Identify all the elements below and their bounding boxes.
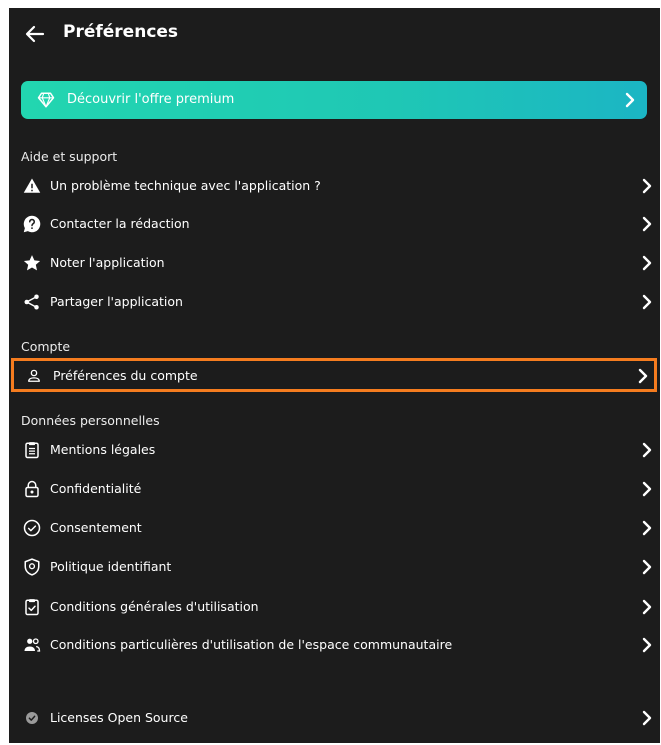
row-open-source-licenses[interactable]: Licenses Open Source <box>9 700 660 736</box>
row-label: Mentions légales <box>50 442 156 457</box>
checkbox-clipboard-icon <box>23 598 41 616</box>
question-icon <box>23 215 41 233</box>
group-icon <box>23 636 41 654</box>
row-share-app[interactable]: Partager l'application <box>9 284 660 320</box>
row-label: Un problème technique avec l'application… <box>50 178 321 193</box>
row-label: Conditions particulières d'utilisation d… <box>50 637 453 652</box>
row-contact-editorial[interactable]: Contacter la rédaction <box>9 206 660 242</box>
row-technical-problem[interactable]: Un problème technique avec l'application… <box>9 168 660 204</box>
check-circle-icon <box>23 519 41 537</box>
row-consent[interactable]: Consentement <box>9 510 660 546</box>
row-label: Noter l'application <box>50 255 165 270</box>
diamond-icon <box>37 91 55 109</box>
row-label: Consentement <box>50 520 142 535</box>
top-bar: Préférences <box>9 8 660 60</box>
row-label: Partager l'application <box>50 294 183 309</box>
back-arrow-icon[interactable] <box>23 22 47 46</box>
chevron-right-icon <box>623 92 637 108</box>
section-title-donnees: Données personnelles <box>21 413 160 428</box>
shield-icon <box>23 558 41 576</box>
row-rate-app[interactable]: Noter l'application <box>9 245 660 281</box>
chevron-right-icon <box>641 294 653 310</box>
preferences-screen: Préférences Découvrir l'offre premium Ai… <box>9 8 660 743</box>
check-badge-icon <box>23 709 41 727</box>
premium-offer-button[interactable]: Découvrir l'offre premium <box>21 81 647 119</box>
row-label: Licenses Open Source <box>50 710 188 725</box>
chevron-right-icon <box>641 481 653 497</box>
chevron-right-icon <box>641 559 653 575</box>
user-icon <box>25 367 43 385</box>
row-account-preferences[interactable]: Préférences du compte <box>11 358 657 392</box>
chevron-right-icon <box>641 637 653 653</box>
share-icon <box>23 293 41 311</box>
chevron-right-icon <box>641 178 653 194</box>
row-label: Politique identifiant <box>50 559 172 574</box>
row-label: Confidentialité <box>50 481 142 496</box>
clipboard-icon <box>23 441 41 459</box>
row-privacy[interactable]: Confidentialité <box>9 471 660 507</box>
row-community-terms[interactable]: Conditions particulières d'utilisation d… <box>9 627 660 663</box>
chevron-right-icon <box>641 442 653 458</box>
section-title-compte: Compte <box>21 339 71 354</box>
chevron-right-icon <box>641 255 653 271</box>
chevron-right-icon <box>641 599 653 615</box>
chevron-right-icon <box>641 216 653 232</box>
warning-icon <box>23 177 41 195</box>
row-label: Conditions générales d'utilisation <box>50 599 259 614</box>
premium-offer-label: Découvrir l'offre premium <box>67 92 235 107</box>
section-title-aide: Aide et support <box>21 149 118 164</box>
chevron-right-icon <box>637 368 649 384</box>
row-identifier-policy[interactable]: Politique identifiant <box>9 549 660 585</box>
lock-icon <box>23 480 41 498</box>
row-label: Préférences du compte <box>53 368 198 383</box>
row-terms-of-use[interactable]: Conditions générales d'utilisation <box>9 589 660 625</box>
row-legal-notices[interactable]: Mentions légales <box>9 432 660 468</box>
chevron-right-icon <box>641 520 653 536</box>
star-icon <box>23 254 41 272</box>
row-label: Contacter la rédaction <box>50 216 190 231</box>
chevron-right-icon <box>641 710 653 726</box>
page-title: Préférences <box>63 22 179 42</box>
